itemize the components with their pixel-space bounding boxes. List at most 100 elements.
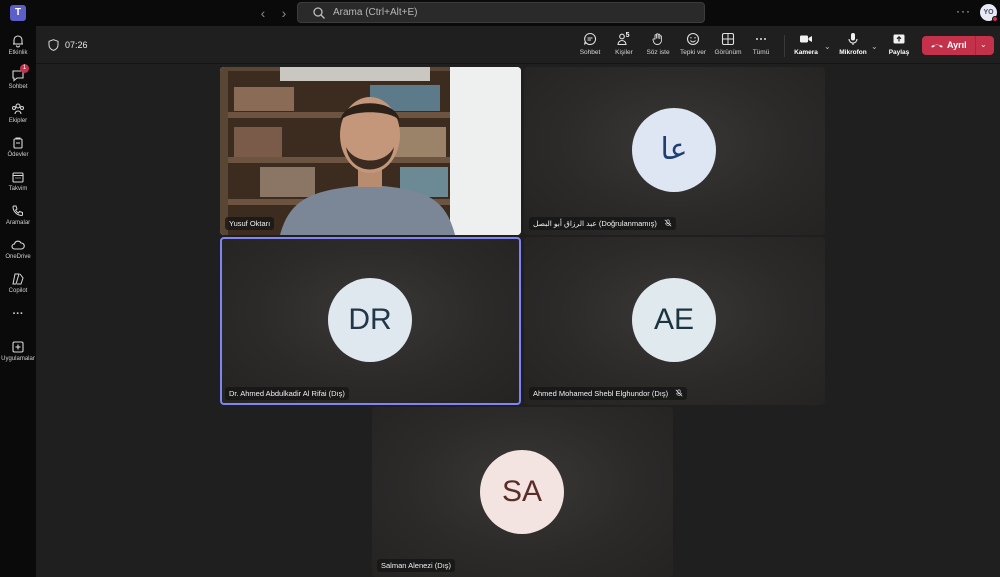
participant-name-tag: Ahmed Mohamed Shebl Elghundor (Dış) — [529, 387, 688, 400]
rail-item-teams[interactable]: Ekipler — [0, 98, 36, 130]
profile-initials: YO — [983, 9, 994, 16]
settings-more-button[interactable]: ··· — [956, 4, 971, 18]
rail-item-activity[interactable]: Etkinlik — [0, 30, 36, 62]
participant-name-tag: Yusuf Oktarı — [225, 217, 275, 230]
participant-name-tag: عبد الرزاق أبو البصل (Doğrulanmamış) — [529, 217, 676, 230]
rail-item-apps[interactable]: Uygulamalar — [0, 336, 36, 368]
react-button[interactable]: Tepki ver — [677, 32, 709, 56]
more-label: Tümü — [752, 49, 770, 56]
rail-item-calendar[interactable]: Takvim — [0, 166, 36, 198]
people-button[interactable]: 5 Kişiler — [610, 32, 638, 56]
more-actions-button[interactable]: Tümü — [750, 32, 772, 56]
shield-icon — [48, 39, 59, 51]
search-icon — [313, 7, 325, 19]
participant-video-feed — [220, 67, 521, 235]
participant-name: عبد الرزاق أبو البصل (Doğrulanmamış) — [533, 219, 657, 228]
share-label: Paylaş — [888, 49, 910, 56]
participant-name: Yusuf Oktarı — [229, 219, 271, 228]
rail-label: Copilot — [8, 288, 28, 294]
forward-arrow-icon[interactable]: › — [276, 4, 292, 22]
participant-avatar: SA — [480, 450, 564, 534]
apps-icon — [12, 341, 24, 353]
participant-tile-active-speaker[interactable]: DR Dr. Ahmed Abdulkadir Al Rifai (Dış) — [220, 237, 521, 405]
more-horizontal-icon — [756, 38, 766, 40]
rail-item-onedrive[interactable]: OneDrive — [0, 234, 36, 266]
microphone-icon — [848, 33, 858, 45]
teams-icon — [12, 103, 24, 115]
participant-name: Dr. Ahmed Abdulkadir Al Rifai (Dış) — [229, 389, 345, 398]
mic-muted-icon — [664, 219, 672, 227]
back-arrow-icon[interactable]: ‹ — [255, 4, 271, 22]
participant-tile[interactable]: عا عبد الرزاق أبو البصل (Doğrulanmamış) — [524, 67, 825, 235]
raise-hand-button[interactable]: Söz iste — [643, 32, 673, 56]
rail-label: Uygulamalar — [1, 356, 35, 362]
meeting-timer: 07:26 — [65, 40, 88, 50]
participant-name-tag: Dr. Ahmed Abdulkadir Al Rifai (Dış) — [225, 387, 349, 400]
people-label: Kişiler — [615, 49, 633, 56]
search-placeholder: Arama (Ctrl+Alt+E) — [333, 7, 418, 18]
phone-icon — [12, 205, 23, 217]
presence-status-dot — [992, 16, 998, 22]
share-screen-icon — [893, 34, 905, 44]
profile-avatar[interactable]: YO — [980, 4, 998, 22]
chat-button[interactable]: Sohbet — [576, 32, 604, 56]
unread-badge: 1 — [20, 64, 29, 73]
rail-label: Aramalar — [5, 220, 31, 226]
rail-label: OneDrive — [5, 254, 31, 260]
meeting-window: 07:26 Sohbet 5 Kişiler Söz iste Tepki ve… — [36, 26, 1000, 577]
mic-label: Mikrofon — [839, 49, 867, 56]
participant-avatar: DR — [328, 278, 412, 362]
leave-options-chevron-icon[interactable]: ⌄ — [980, 40, 987, 49]
leave-button[interactable]: Ayrıl ⌄ — [922, 36, 994, 55]
rail-label: Sohbet — [8, 84, 28, 90]
raise-hand-label: Söz iste — [646, 49, 670, 56]
participant-tile[interactable]: SA Salman Alenezi (Dış) — [372, 407, 673, 577]
rail-item-calls[interactable]: Aramalar — [0, 200, 36, 232]
calendar-icon — [12, 172, 24, 183]
rail-item-assignments[interactable]: Ödevler — [0, 132, 36, 164]
participant-name-tag: Salman Alenezi (Dış) — [377, 559, 456, 572]
avatar-initials: DR — [348, 303, 392, 336]
toolbar-divider — [784, 35, 785, 57]
mic-button[interactable]: Mikrofon — [836, 32, 870, 56]
view-label: Görünüm — [714, 49, 742, 56]
participant-tile[interactable]: AE Ahmed Mohamed Shebl Elghundor (Dış) — [524, 237, 825, 405]
camera-label: Kamera — [794, 49, 818, 56]
avatar-initials: AE — [653, 303, 695, 336]
avatar-initials: SA — [501, 475, 543, 508]
participant-avatar: AE — [632, 278, 716, 362]
app-rail: Etkinlik 1 Sohbet Ekipler Ödevler Takvim… — [0, 26, 36, 577]
participant-tile-video[interactable]: Yusuf Oktarı — [220, 67, 521, 235]
cloud-icon — [11, 240, 25, 250]
mic-muted-icon — [675, 389, 683, 397]
people-count: 5 — [625, 32, 630, 39]
meeting-toolbar: 07:26 Sohbet 5 Kişiler Söz iste Tepki ve… — [36, 26, 1000, 64]
leave-label: Ayrıl — [947, 40, 967, 50]
rail-item-copilot[interactable]: Copilot — [0, 268, 36, 300]
bell-icon — [13, 35, 23, 48]
camera-button[interactable]: Kamera — [791, 32, 821, 56]
camera-options-chevron-icon[interactable]: ⌄ — [824, 42, 831, 51]
leave-divider — [975, 36, 976, 55]
chat-label: Sohbet — [579, 49, 601, 56]
rail-label: Ekipler — [8, 118, 28, 124]
more-icon: ··· — [12, 308, 24, 320]
participant-name: Ahmed Mohamed Shebl Elghundor (Dış) — [533, 389, 669, 398]
share-button[interactable]: Paylaş — [884, 32, 914, 56]
mic-options-chevron-icon[interactable]: ⌄ — [871, 42, 878, 51]
chat-icon — [583, 32, 597, 46]
assignments-icon — [13, 137, 23, 149]
hand-icon — [652, 33, 662, 45]
video-camera-icon — [800, 35, 812, 43]
react-label: Tepki ver — [679, 49, 706, 56]
grid-view-icon — [721, 32, 735, 46]
copilot-icon — [12, 273, 24, 285]
view-button[interactable]: Görünüm — [711, 32, 745, 56]
emoji-icon — [686, 32, 700, 46]
teams-logo-icon: T — [10, 5, 26, 21]
rail-item-chat[interactable]: 1 Sohbet — [0, 64, 36, 96]
rail-item-more[interactable]: ··· — [0, 306, 36, 324]
search-input[interactable]: Arama (Ctrl+Alt+E) — [297, 2, 705, 23]
hang-up-icon — [931, 44, 943, 48]
rail-label: Takvim — [8, 186, 28, 192]
